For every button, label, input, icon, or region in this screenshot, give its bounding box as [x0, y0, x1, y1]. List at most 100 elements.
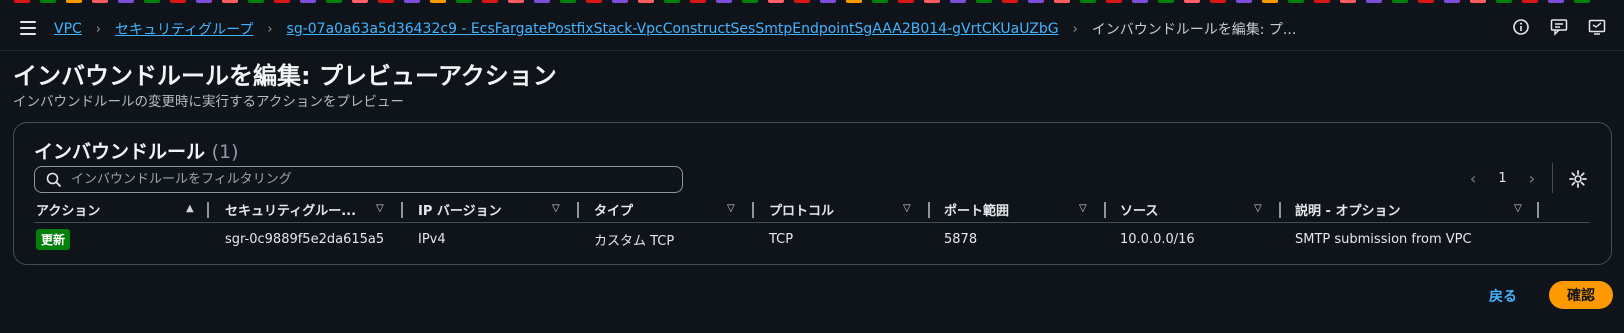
- color-strip-segment: [690, 0, 706, 3]
- sort-icon[interactable]: ▽: [727, 203, 735, 214]
- color-strip-segment: [1522, 0, 1538, 3]
- color-strip-segment: [1106, 0, 1122, 3]
- color-strip-segment: [1080, 0, 1096, 3]
- top-color-strip: [0, 0, 1624, 6]
- color-strip-segment: [1470, 0, 1486, 3]
- column-header-source[interactable]: ソース: [1120, 197, 1260, 222]
- color-strip-segment: [664, 0, 680, 3]
- color-strip-segment: [1184, 0, 1200, 3]
- color-strip-segment: [14, 0, 30, 3]
- column-header-ip-version[interactable]: IP バージョン: [418, 197, 558, 222]
- color-strip-segment: [898, 0, 914, 3]
- column-divider[interactable]: [207, 202, 209, 218]
- breadcrumb-current: インバウンドルールを編集: プ...: [1091, 22, 1297, 38]
- divider: [1552, 163, 1553, 193]
- column-header-security-group-rule[interactable]: セキュリティグルー...: [225, 197, 365, 222]
- filter-input[interactable]: [71, 170, 671, 189]
- color-strip-segment: [1548, 0, 1564, 3]
- cell-type: カスタム TCP: [594, 233, 675, 249]
- cell-ip-version: IPv4: [418, 231, 446, 247]
- color-strip-segment: [430, 0, 446, 3]
- chevron-right-icon: ›: [267, 21, 273, 37]
- panel-title: インバウンドルール (1): [34, 137, 239, 164]
- color-strip-segment: [586, 0, 602, 3]
- color-strip-segment: [612, 0, 628, 3]
- color-strip-segment: [1028, 0, 1044, 3]
- color-strip-segment: [1210, 0, 1226, 3]
- color-strip-segment: [1418, 0, 1434, 3]
- next-page-icon[interactable]: ›: [1529, 169, 1535, 188]
- color-strip-segment: [872, 0, 888, 3]
- cell-action: 更新: [36, 225, 71, 253]
- sort-icon[interactable]: ▽: [903, 203, 911, 214]
- color-strip-segment: [1340, 0, 1356, 3]
- column-divider[interactable]: [577, 202, 579, 218]
- color-strip-segment: [352, 0, 368, 3]
- color-strip-segment: [40, 0, 56, 3]
- color-strip-segment: [1002, 0, 1018, 3]
- sort-icon[interactable]: ▽: [1079, 203, 1087, 214]
- table-row: 更新 sgr-0c9889f5e2da615a5 IPv4 カスタム TCP T…: [34, 225, 1590, 253]
- cell-security-group-rule: sgr-0c9889f5e2da615a5: [225, 231, 385, 247]
- column-divider[interactable]: [401, 202, 403, 218]
- column-divider[interactable]: [1279, 202, 1281, 218]
- breadcrumb-bar: VPC › セキュリティグループ › sg-07a0a63a5d36432c9 …: [0, 8, 1624, 51]
- color-strip-segment: [716, 0, 732, 3]
- breadcrumb-vpc[interactable]: VPC: [54, 21, 82, 37]
- color-strip-segment: [222, 0, 238, 3]
- color-strip-segment: [274, 0, 290, 3]
- color-strip-segment: [170, 0, 186, 3]
- color-strip-segment: [300, 0, 316, 3]
- hamburger-icon[interactable]: [20, 21, 36, 35]
- color-strip-segment: [1314, 0, 1330, 3]
- cell-protocol: TCP: [769, 231, 794, 247]
- color-strip-segment: [248, 0, 264, 3]
- info-icon[interactable]: [1512, 18, 1530, 36]
- table-header: アクション ▲ セキュリティグルー... ▽ IP バージョン ▽ タイプ ▽ …: [34, 197, 1590, 223]
- breadcrumb-security-group[interactable]: sg-07a0a63a5d36432c9 - EcsFargatePostfix…: [287, 21, 1059, 37]
- breadcrumb: VPC › セキュリティグループ › sg-07a0a63a5d36432c9 …: [54, 19, 1296, 39]
- color-strip-segment: [742, 0, 758, 3]
- cell-description: SMTP submission from VPC: [1295, 231, 1472, 247]
- sort-icon[interactable]: ▽: [1514, 203, 1522, 214]
- column-header-protocol[interactable]: プロトコル: [769, 197, 909, 222]
- color-strip-segment: [66, 0, 82, 3]
- color-strip-segment: [1366, 0, 1382, 3]
- color-strip-segment: [326, 0, 342, 3]
- panel-title-text: インバウンドルール: [34, 141, 206, 163]
- sort-ascending-icon[interactable]: ▲: [186, 203, 194, 214]
- color-strip-segment: [1392, 0, 1408, 3]
- column-header-port-range[interactable]: ポート範囲: [944, 197, 1084, 222]
- back-button[interactable]: 戻る: [1489, 286, 1517, 306]
- color-strip-segment: [92, 0, 108, 3]
- color-strip-segment: [482, 0, 498, 3]
- screen-notification-icon[interactable]: [1588, 18, 1606, 36]
- cell-port-range: 5878: [944, 231, 978, 247]
- color-strip-segment: [456, 0, 472, 3]
- sort-icon[interactable]: ▽: [552, 203, 560, 214]
- page-number[interactable]: 1: [1498, 171, 1506, 186]
- color-strip-segment: [144, 0, 160, 3]
- column-divider[interactable]: [928, 202, 930, 218]
- column-header-action[interactable]: アクション ▲: [36, 197, 206, 222]
- feedback-icon[interactable]: [1550, 18, 1568, 36]
- color-strip-segment: [950, 0, 966, 3]
- color-strip-segment: [1496, 0, 1512, 3]
- gear-icon[interactable]: [1567, 168, 1589, 190]
- color-strip-segment: [404, 0, 420, 3]
- color-strip-segment: [1054, 0, 1070, 3]
- column-header-type[interactable]: タイプ: [594, 197, 734, 222]
- prev-page-icon[interactable]: ‹: [1470, 169, 1476, 188]
- color-strip-segment: [1444, 0, 1460, 3]
- color-strip-segment: [1288, 0, 1304, 3]
- column-divider[interactable]: [1537, 202, 1539, 218]
- column-header-description[interactable]: 説明 - オプション: [1295, 197, 1495, 222]
- confirm-button[interactable]: 確認: [1549, 281, 1613, 309]
- column-divider[interactable]: [1104, 202, 1106, 218]
- color-strip-segment: [924, 0, 940, 3]
- breadcrumb-security-groups[interactable]: セキュリティグループ: [115, 19, 253, 39]
- sort-icon[interactable]: ▽: [376, 203, 384, 214]
- sort-icon[interactable]: ▽: [1254, 203, 1262, 214]
- column-divider[interactable]: [752, 202, 754, 218]
- rule-count: (1): [211, 141, 239, 163]
